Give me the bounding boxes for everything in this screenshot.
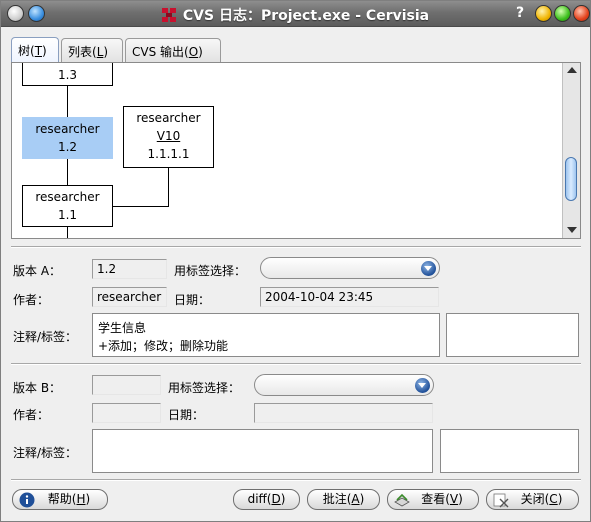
tab-tree-accel: T	[34, 44, 43, 58]
revision-a-comment-label: 注释/标签：	[13, 330, 78, 344]
branch-connector-v	[168, 167, 169, 207]
comment-line: +添加；修改；删除功能	[98, 339, 229, 353]
revision-b-comment-label: 注释/标签：	[13, 446, 78, 460]
close-button-accel: C	[549, 492, 558, 506]
revision-node-1-3[interactable]: 1.3	[22, 63, 113, 86]
revision-tree-panel: 1.3 researcher 1.2 researcher V10 1.1.1.…	[11, 62, 581, 239]
maximize-button[interactable]	[554, 5, 571, 22]
revision-node-author: researcher	[35, 190, 100, 204]
annotate-button-label: 批注(	[322, 492, 352, 506]
view-button-label: 查看(	[421, 492, 450, 506]
revision-b-date-label: 日期：	[168, 408, 205, 422]
revision-node-1-1-1-1[interactable]: researcher V10 1.1.1.1	[123, 106, 214, 168]
diff-button[interactable]: diff(D)	[233, 489, 300, 510]
revision-a-label: 版本 A：	[13, 264, 62, 278]
tree-vertical-scrollbar[interactable]	[562, 63, 580, 238]
context-help-button[interactable]: ?	[516, 5, 524, 21]
tab-cvs-output[interactable]: CVS 输出(O)	[125, 38, 221, 62]
chevron-down-icon	[421, 261, 436, 276]
close-button-tail: )	[557, 492, 563, 506]
tab-tree-tail: )	[42, 44, 47, 58]
branch-connector-h	[112, 206, 169, 207]
revision-node-author: researcher	[136, 111, 201, 125]
tab-tree-label: 树(	[18, 44, 35, 58]
close-window-button[interactable]	[573, 5, 590, 22]
view-button[interactable]: 查看(V)	[387, 489, 479, 510]
diff-button-label: diff(	[247, 492, 272, 506]
revision-a-author-field: researcher	[92, 287, 167, 307]
help-button-accel: H	[76, 492, 86, 506]
revision-node-rev: 1.1	[57, 208, 78, 222]
divider-bottom	[11, 479, 581, 481]
revision-b-author-field	[92, 403, 161, 423]
tab-tree[interactable]: 树(T)	[11, 37, 59, 63]
comment-line: 学生信息	[98, 321, 147, 335]
scroll-thumb[interactable]	[565, 157, 577, 201]
revision-b-tag-select-label: 用标签选择：	[168, 381, 241, 395]
minimize-button[interactable]	[535, 5, 552, 22]
divider-top	[11, 246, 581, 248]
view-button-accel: V	[449, 492, 459, 506]
scroll-down-arrow-icon[interactable]	[567, 227, 577, 233]
tab-list[interactable]: 列表(L)	[61, 38, 123, 62]
revision-node-1-2[interactable]: researcher 1.2	[22, 117, 113, 159]
revision-b-comment-box[interactable]	[92, 429, 433, 473]
tab-cvs-output-accel: O	[188, 45, 199, 59]
tab-list-label: 列表(	[68, 45, 97, 59]
close-button[interactable]: 关闭(C)	[486, 489, 579, 510]
revision-node-author: researcher	[35, 122, 100, 136]
annotate-button[interactable]: 批注(A)	[307, 489, 380, 510]
revision-a-date-field: 2004-10-04 23:45	[260, 287, 439, 307]
title-bar[interactable]: CVS 日志：Project.exe - Cervisia ?	[1, 1, 590, 27]
divider-middle	[11, 363, 581, 365]
revision-b-date-field	[254, 403, 433, 423]
revision-b-label: 版本 B：	[13, 381, 62, 395]
tab-cvs-output-tail: )	[198, 45, 203, 59]
annotate-button-tail: )	[359, 492, 365, 506]
chevron-down-icon	[415, 378, 430, 393]
revision-a-author-label: 作者：	[13, 293, 50, 307]
tab-list-tail: )	[103, 45, 109, 59]
revision-tree-canvas: 1.3 researcher 1.2 researcher V10 1.1.1.…	[12, 63, 560, 238]
revision-node-tag: V10	[156, 129, 181, 143]
close-button-label: 关闭(	[520, 492, 550, 506]
revision-b-author-label: 作者：	[13, 408, 50, 422]
info-icon	[19, 492, 35, 508]
revision-node-rev: 1.2	[57, 140, 78, 154]
view-document-icon	[394, 493, 410, 507]
revision-a-comment-box[interactable]: 学生信息 +添加；修改；删除功能	[92, 313, 440, 357]
cervisia-app-icon	[161, 8, 176, 22]
diff-button-tail: )	[280, 492, 286, 506]
diff-button-accel: D	[271, 492, 281, 506]
revision-b-field	[92, 375, 161, 395]
revision-a-field: 1.2	[92, 259, 167, 279]
revision-a-tag-select-label: 用标签选择：	[174, 264, 247, 278]
help-button[interactable]: 帮助(H)	[12, 489, 108, 510]
help-button-tail: )	[85, 492, 91, 506]
revision-node-rev: 1.1.1.1	[147, 147, 190, 161]
revision-a-tags-box[interactable]	[446, 313, 579, 357]
revision-b-tag-select[interactable]	[254, 374, 434, 396]
revision-node-rev: 1.3	[57, 68, 78, 82]
revision-a-tag-select[interactable]	[260, 257, 440, 279]
scroll-up-arrow-icon[interactable]	[567, 67, 577, 73]
view-button-tail: )	[458, 492, 463, 506]
revision-a-date-label: 日期：	[174, 293, 211, 307]
revision-b-tags-box[interactable]	[440, 429, 579, 473]
close-icon	[493, 493, 509, 508]
help-button-label: 帮助(	[47, 492, 77, 506]
tab-cvs-output-label: CVS 输出(	[132, 45, 189, 59]
annotate-button-accel: A	[351, 492, 360, 506]
revision-node-1-1[interactable]: researcher 1.1	[22, 185, 113, 227]
log-window: CVS 日志：Project.exe - Cervisia ? 树(T) 列表(…	[0, 0, 591, 522]
window-title-text: CVS 日志：Project.exe - Cervisia	[182, 8, 430, 24]
window-title: CVS 日志：Project.exe - Cervisia	[1, 5, 590, 25]
